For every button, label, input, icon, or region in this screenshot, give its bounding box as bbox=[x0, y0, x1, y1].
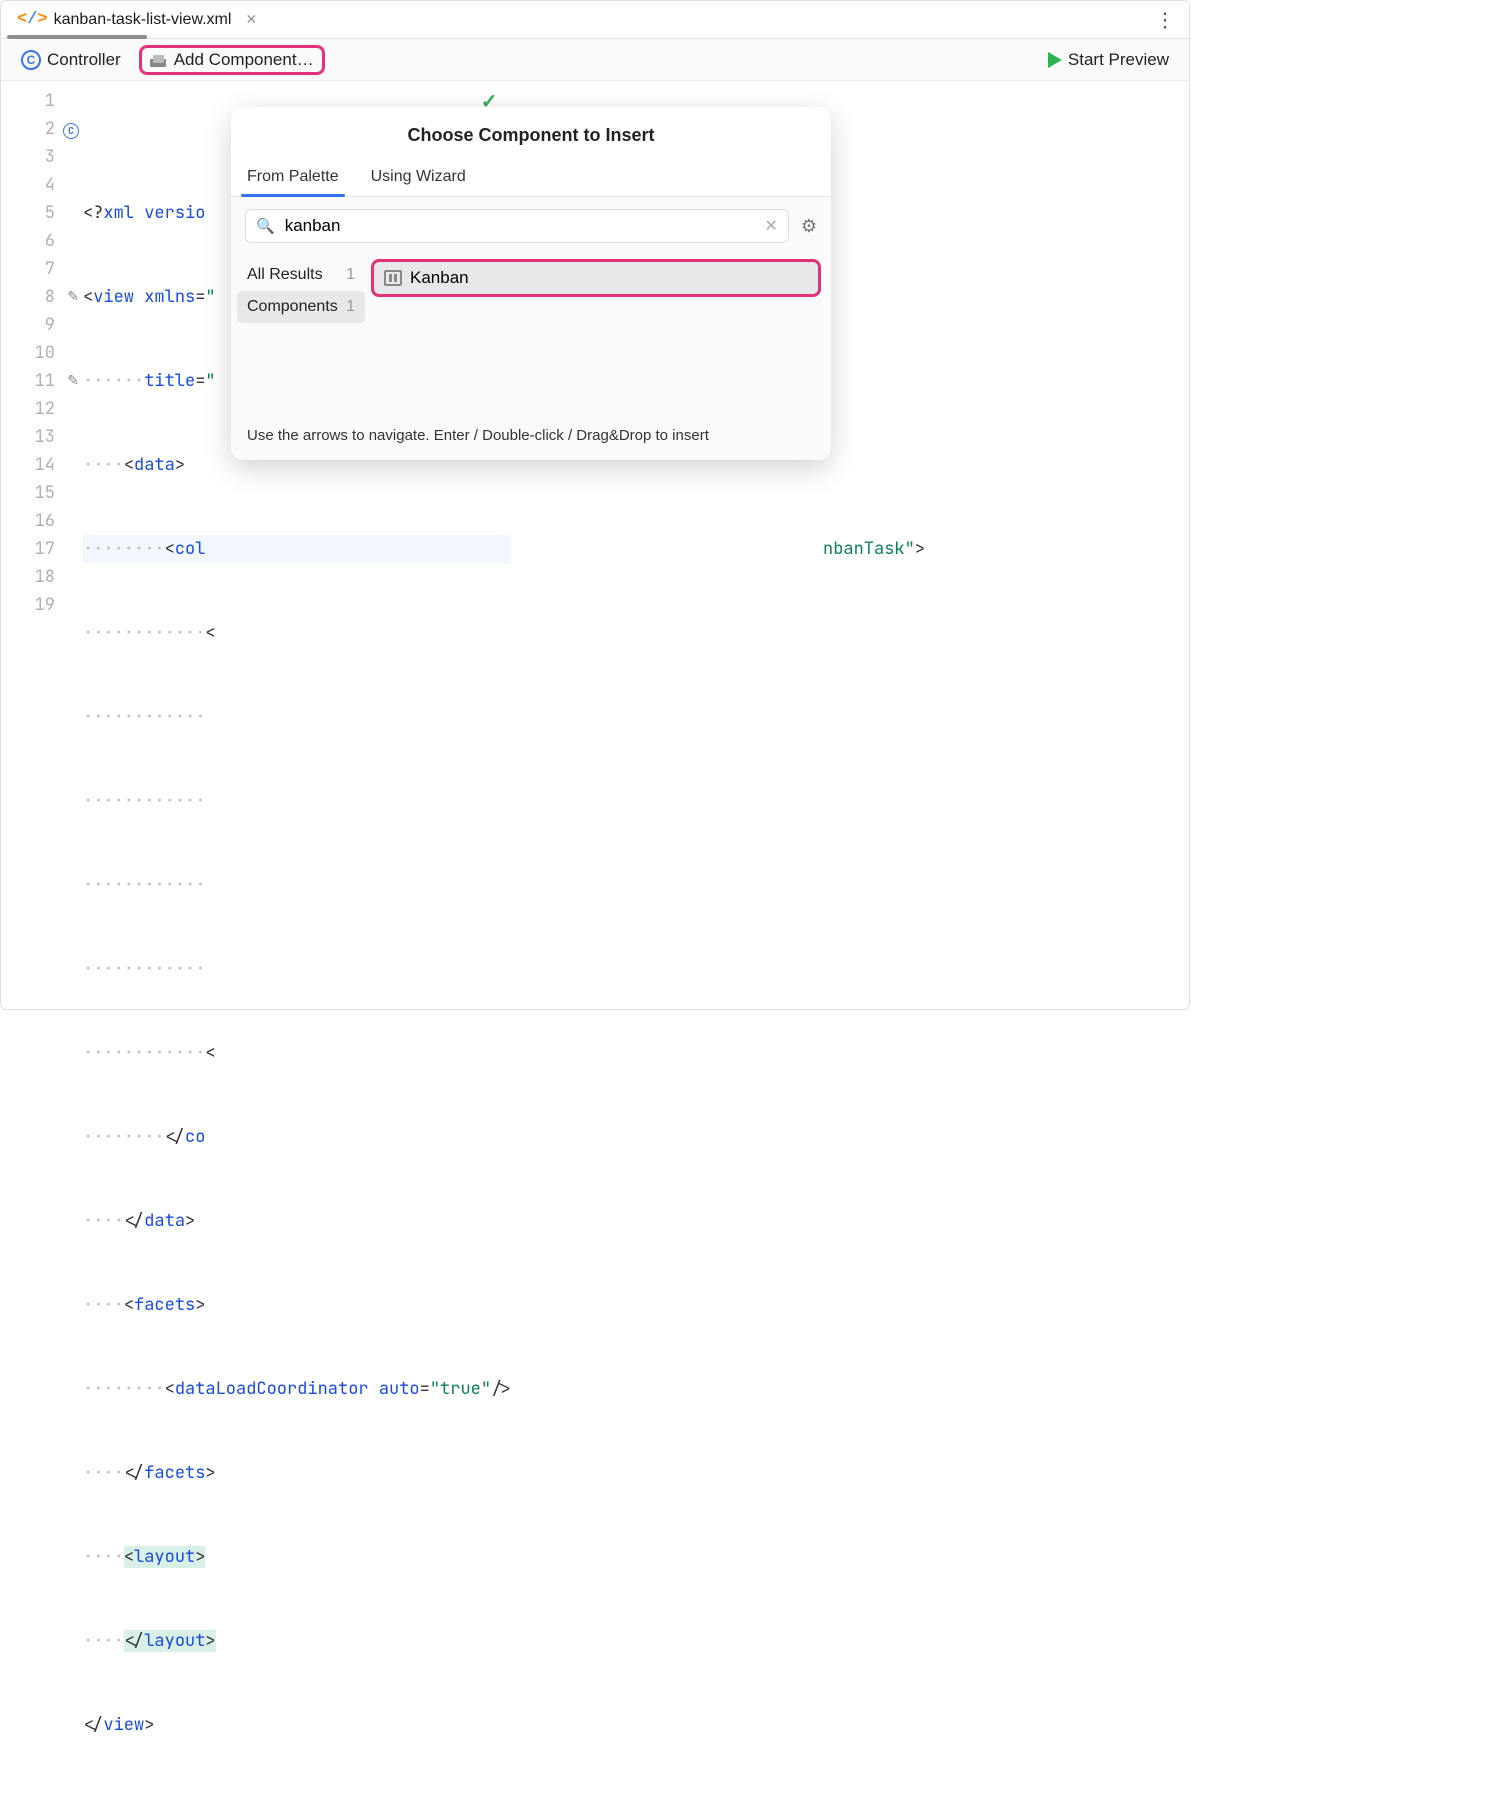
line-number: 5 bbox=[45, 202, 55, 224]
line-number: 18 bbox=[35, 566, 55, 588]
line-number: 6 bbox=[45, 230, 55, 252]
result-kanban[interactable]: Kanban bbox=[371, 259, 821, 297]
editor-toolbar: C Controller Add Component… Start Previe… bbox=[1, 39, 1189, 81]
line-number: 1 bbox=[45, 90, 55, 112]
line-number: 16 bbox=[35, 510, 55, 532]
add-component-button[interactable]: Add Component… bbox=[139, 45, 325, 75]
line-number: 10 bbox=[35, 342, 55, 364]
line-number: 14 bbox=[35, 454, 55, 476]
line-number: 11 bbox=[35, 370, 55, 392]
tab-from-palette[interactable]: From Palette bbox=[245, 160, 341, 196]
category-all-results[interactable]: All Results 1 bbox=[237, 259, 365, 291]
category-components[interactable]: Components 1 bbox=[237, 291, 365, 323]
start-preview-label: Start Preview bbox=[1068, 50, 1169, 70]
line-number: 2 bbox=[45, 118, 55, 140]
line-number: 12 bbox=[35, 398, 55, 420]
line-number: 3 bbox=[45, 146, 55, 168]
kanban-icon bbox=[384, 270, 402, 286]
line-number: 17 bbox=[35, 538, 55, 560]
editor-tab[interactable]: </> kanban-task-list-view.xml ✕ bbox=[7, 1, 267, 38]
controller-gutter-icon[interactable]: C bbox=[63, 123, 79, 139]
line-number: 13 bbox=[35, 426, 55, 448]
edit-gutter-icon[interactable]: ✎ bbox=[67, 283, 79, 311]
line-number: 7 bbox=[45, 258, 55, 280]
choose-component-popup: Choose Component to Insert From Palette … bbox=[231, 107, 831, 460]
line-number: 15 bbox=[35, 482, 55, 504]
line-number: 8 bbox=[45, 286, 55, 308]
line-number: 4 bbox=[45, 174, 55, 196]
close-tab-icon[interactable]: ✕ bbox=[245, 11, 257, 28]
search-row: 🔍 ✕ ⚙ bbox=[231, 197, 831, 255]
controller-label: Controller bbox=[47, 50, 121, 70]
result-label: Kanban bbox=[410, 268, 469, 288]
popup-tabs: From Palette Using Wizard bbox=[231, 160, 831, 197]
category-label: Components bbox=[247, 298, 338, 316]
add-component-label: Add Component… bbox=[174, 50, 314, 70]
start-preview-button[interactable]: Start Preview bbox=[1040, 47, 1177, 73]
add-component-icon bbox=[150, 53, 168, 67]
tab-filename: kanban-task-list-view.xml bbox=[54, 11, 232, 29]
category-list: All Results 1 Components 1 bbox=[231, 255, 371, 415]
result-list: Kanban bbox=[371, 255, 831, 415]
category-count: 1 bbox=[346, 298, 355, 316]
tab-bar: </> kanban-task-list-view.xml ✕ ⋮ bbox=[1, 1, 1189, 39]
tab-using-wizard[interactable]: Using Wizard bbox=[369, 160, 468, 196]
popup-title: Choose Component to Insert bbox=[231, 107, 831, 160]
more-options-icon[interactable]: ⋮ bbox=[1155, 7, 1175, 32]
edit-gutter-icon[interactable]: ✎ bbox=[67, 367, 79, 395]
tab-underline bbox=[7, 35, 147, 39]
gutter: 1 2C 3 4 5 6 7 8 ✎ 9 10 11 ✎ 12 13 14 15 1… bbox=[1, 81, 83, 1795]
popup-hint: Use the arrows to navigate. Enter / Doub… bbox=[231, 415, 831, 460]
controller-icon: C bbox=[21, 50, 41, 70]
category-count: 1 bbox=[346, 266, 355, 284]
search-box[interactable]: 🔍 ✕ bbox=[245, 209, 789, 243]
line-number: 19 bbox=[35, 594, 55, 616]
xml-file-icon: </> bbox=[17, 10, 48, 29]
search-input[interactable] bbox=[285, 216, 755, 236]
category-label: All Results bbox=[247, 266, 323, 284]
play-icon bbox=[1048, 52, 1062, 68]
controller-button[interactable]: C Controller bbox=[13, 47, 129, 73]
gear-icon[interactable]: ⚙ bbox=[801, 216, 817, 237]
clear-search-icon[interactable]: ✕ bbox=[764, 216, 777, 236]
search-icon: 🔍 bbox=[256, 217, 275, 235]
line-number: 9 bbox=[45, 314, 55, 336]
